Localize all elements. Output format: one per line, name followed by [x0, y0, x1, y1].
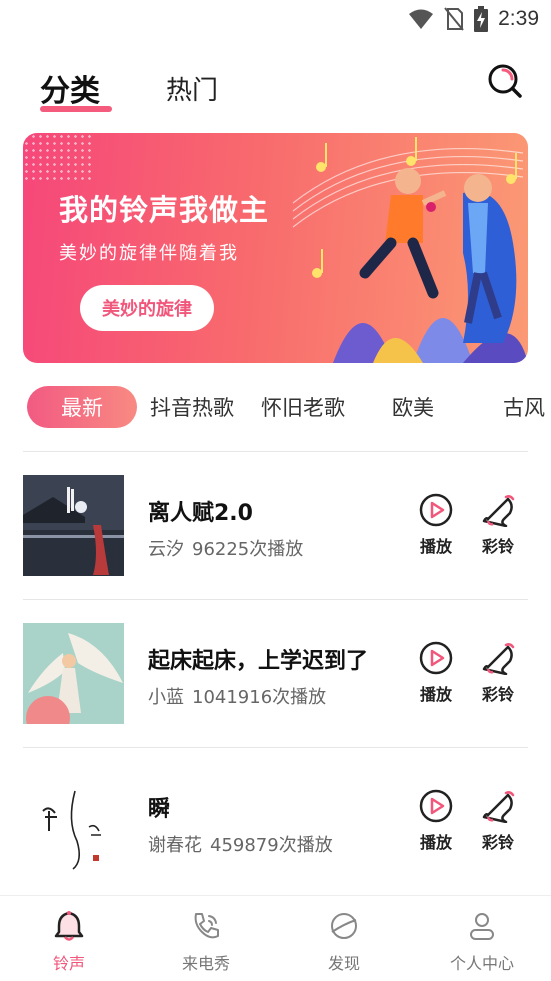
play-label: 播放 — [419, 685, 452, 704]
search-icon[interactable] — [486, 62, 524, 100]
category-douyin-hits[interactable]: 抖音热歌 — [150, 386, 234, 428]
singing-people-illustration — [292, 137, 528, 363]
song-title: 离人赋2.0 — [148, 501, 253, 526]
tab-category[interactable]: 分类 — [40, 66, 112, 112]
bell-icon — [482, 791, 515, 823]
song-play-count: 96225次播放 — [192, 539, 304, 560]
song-row[interactable]: 离人赋2.0 云汐 96225次播放 播放 彩铃 — [0, 451, 551, 599]
category-ancient-style[interactable]: 古风 — [503, 386, 545, 428]
play-button[interactable]: 播放 — [412, 789, 460, 853]
ringback-button[interactable]: 彩铃 — [474, 493, 522, 557]
tab-hot[interactable]: 热门 — [166, 70, 218, 107]
song-row[interactable]: 瞬 谢春花 459879次播放 播放 彩铃 — [0, 747, 551, 895]
play-circle-icon — [419, 641, 453, 675]
planet-icon — [331, 913, 357, 939]
song-cover-image — [23, 623, 124, 724]
nav-caller-show-label: 来电秀 — [181, 954, 230, 973]
song-play-count: 1041916次播放 — [192, 687, 327, 708]
nav-ringtone[interactable]: 铃声 — [19, 910, 119, 974]
song-cover-image — [23, 475, 124, 576]
nav-ringtone-label: 铃声 — [52, 954, 85, 973]
play-circle-icon — [419, 493, 453, 527]
banner-button[interactable]: 美妙的旋律 — [80, 285, 214, 331]
battery-charging-icon — [474, 6, 489, 32]
bell-icon — [482, 495, 515, 527]
song-artist: 谢春花 — [148, 835, 202, 856]
user-icon — [470, 913, 494, 940]
play-label: 播放 — [419, 537, 452, 556]
song-artist: 小蓝 — [148, 687, 184, 708]
play-button[interactable]: 播放 — [412, 493, 460, 557]
play-label: 播放 — [419, 833, 452, 852]
song-meta: 云汐 96225次播放 — [148, 535, 303, 561]
nav-profile-label: 个人中心 — [449, 954, 514, 973]
banner-subtitle: 美妙的旋律伴随着我 — [59, 243, 239, 264]
active-tab-indicator — [40, 106, 112, 112]
banner-title: 我的铃声我做主 — [59, 193, 270, 227]
ringback-button[interactable]: 彩铃 — [474, 641, 522, 705]
category-western[interactable]: 欧美 — [392, 386, 434, 428]
phone-icon — [194, 913, 219, 939]
nav-profile[interactable]: 个人中心 — [432, 910, 532, 974]
ringback-label: 彩铃 — [481, 685, 514, 704]
ringback-label: 彩铃 — [481, 537, 514, 556]
category-latest[interactable]: 最新 — [27, 386, 137, 428]
song-artist: 云汐 — [148, 539, 184, 560]
song-meta: 谢春花 459879次播放 — [148, 831, 333, 857]
song-meta: 小蓝 1041916次播放 — [148, 683, 326, 709]
song-title: 起床起床，上学迟到了 — [148, 649, 369, 674]
play-button[interactable]: 播放 — [412, 641, 460, 705]
song-cover-image — [23, 771, 124, 872]
bell-icon — [54, 911, 84, 941]
clock-time: 2:39 — [498, 7, 539, 30]
nav-discover[interactable]: 发现 — [294, 910, 394, 974]
song-row[interactable]: 起床起床，上学迟到了 小蓝 1041916次播放 播放 彩铃 — [0, 599, 551, 747]
ringback-button[interactable]: 彩铃 — [474, 789, 522, 853]
nav-caller-show[interactable]: 来电秀 — [156, 910, 256, 974]
promo-banner[interactable]: 我的铃声我做主 美妙的旋律伴随着我 美妙的旋律 — [23, 133, 528, 363]
ringback-label: 彩铃 — [481, 833, 514, 852]
song-play-count: 459879次播放 — [210, 835, 333, 856]
play-circle-icon — [419, 789, 453, 823]
tab-category-label: 分类 — [40, 74, 100, 109]
no-sim-icon — [444, 7, 464, 31]
category-tabs: 最新 抖音热歌 怀旧老歌 欧美 古风 — [0, 386, 551, 428]
banner-dot-pattern — [23, 133, 93, 183]
nav-discover-label: 发现 — [327, 954, 360, 973]
bottom-navigation: 铃声 来电秀 发现 个人中心 — [0, 895, 551, 981]
status-bar: 2:39 — [0, 0, 551, 38]
song-title: 瞬 — [148, 797, 171, 822]
bell-icon — [482, 643, 515, 675]
top-tab-bar: 分类 热门 — [0, 62, 551, 114]
wifi-icon — [409, 9, 434, 29]
category-oldies[interactable]: 怀旧老歌 — [261, 386, 345, 428]
